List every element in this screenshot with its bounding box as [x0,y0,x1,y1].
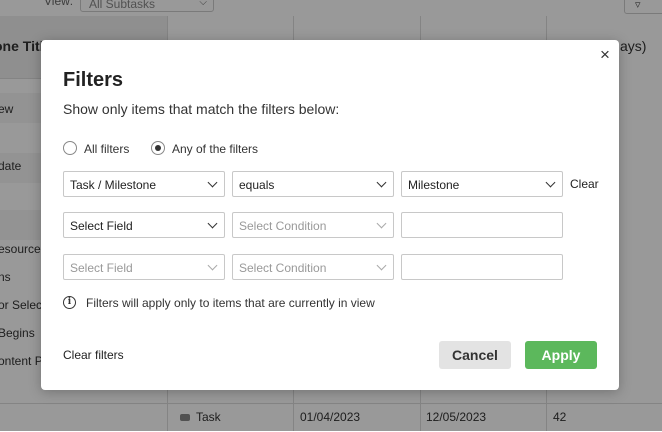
radio-all-filters-label: All filters [84,142,130,156]
close-icon[interactable]: × [598,46,612,63]
filter-condition-value: equals [239,178,275,192]
chevron-down-icon [545,177,556,188]
info-icon: i [63,296,76,309]
radio-unchecked-icon [63,141,77,155]
chevron-down-icon [207,218,218,229]
filter-condition-select-2[interactable]: Select Condition [232,212,394,238]
clear-row-link[interactable]: Clear [570,177,599,191]
cancel-button[interactable]: Cancel [439,341,511,369]
filter-condition-placeholder: Select Condition [239,261,327,275]
radio-checked-icon [151,141,165,155]
clear-filters-link[interactable]: Clear filters [63,348,124,362]
dialog-subtitle: Show only items that match the filters b… [63,101,340,117]
chevron-down-icon [376,260,387,271]
chevron-down-icon [207,260,218,271]
filter-field-value: Select Field [70,219,133,233]
filter-condition-select-3[interactable]: Select Condition [232,254,394,280]
filter-field-select-3[interactable]: Select Field [63,254,225,280]
dialog-title: Filters [63,69,124,91]
filter-value-select-1[interactable]: Milestone [401,171,563,197]
info-text: Filters will apply only to items that ar… [86,296,375,310]
filter-value-input-3[interactable] [401,254,563,280]
filter-value-input-2[interactable] [401,212,563,238]
chevron-down-icon [376,177,387,188]
filter-field-select-1[interactable]: Task / Milestone [63,171,225,197]
filters-dialog: × Filters Show only items that match the… [41,40,619,390]
filter-value-text: Milestone [408,178,460,192]
filter-field-value: Task / Milestone [70,178,157,192]
apply-button[interactable]: Apply [525,341,597,369]
filter-condition-select-1[interactable]: equals [232,171,394,197]
radio-any-filters-label: Any of the filters [172,142,259,156]
chevron-down-icon [207,177,218,188]
filter-field-select-2[interactable]: Select Field [63,212,225,238]
filter-field-placeholder: Select Field [70,261,133,275]
chevron-down-icon [376,218,387,229]
filter-condition-placeholder: Select Condition [239,219,327,233]
